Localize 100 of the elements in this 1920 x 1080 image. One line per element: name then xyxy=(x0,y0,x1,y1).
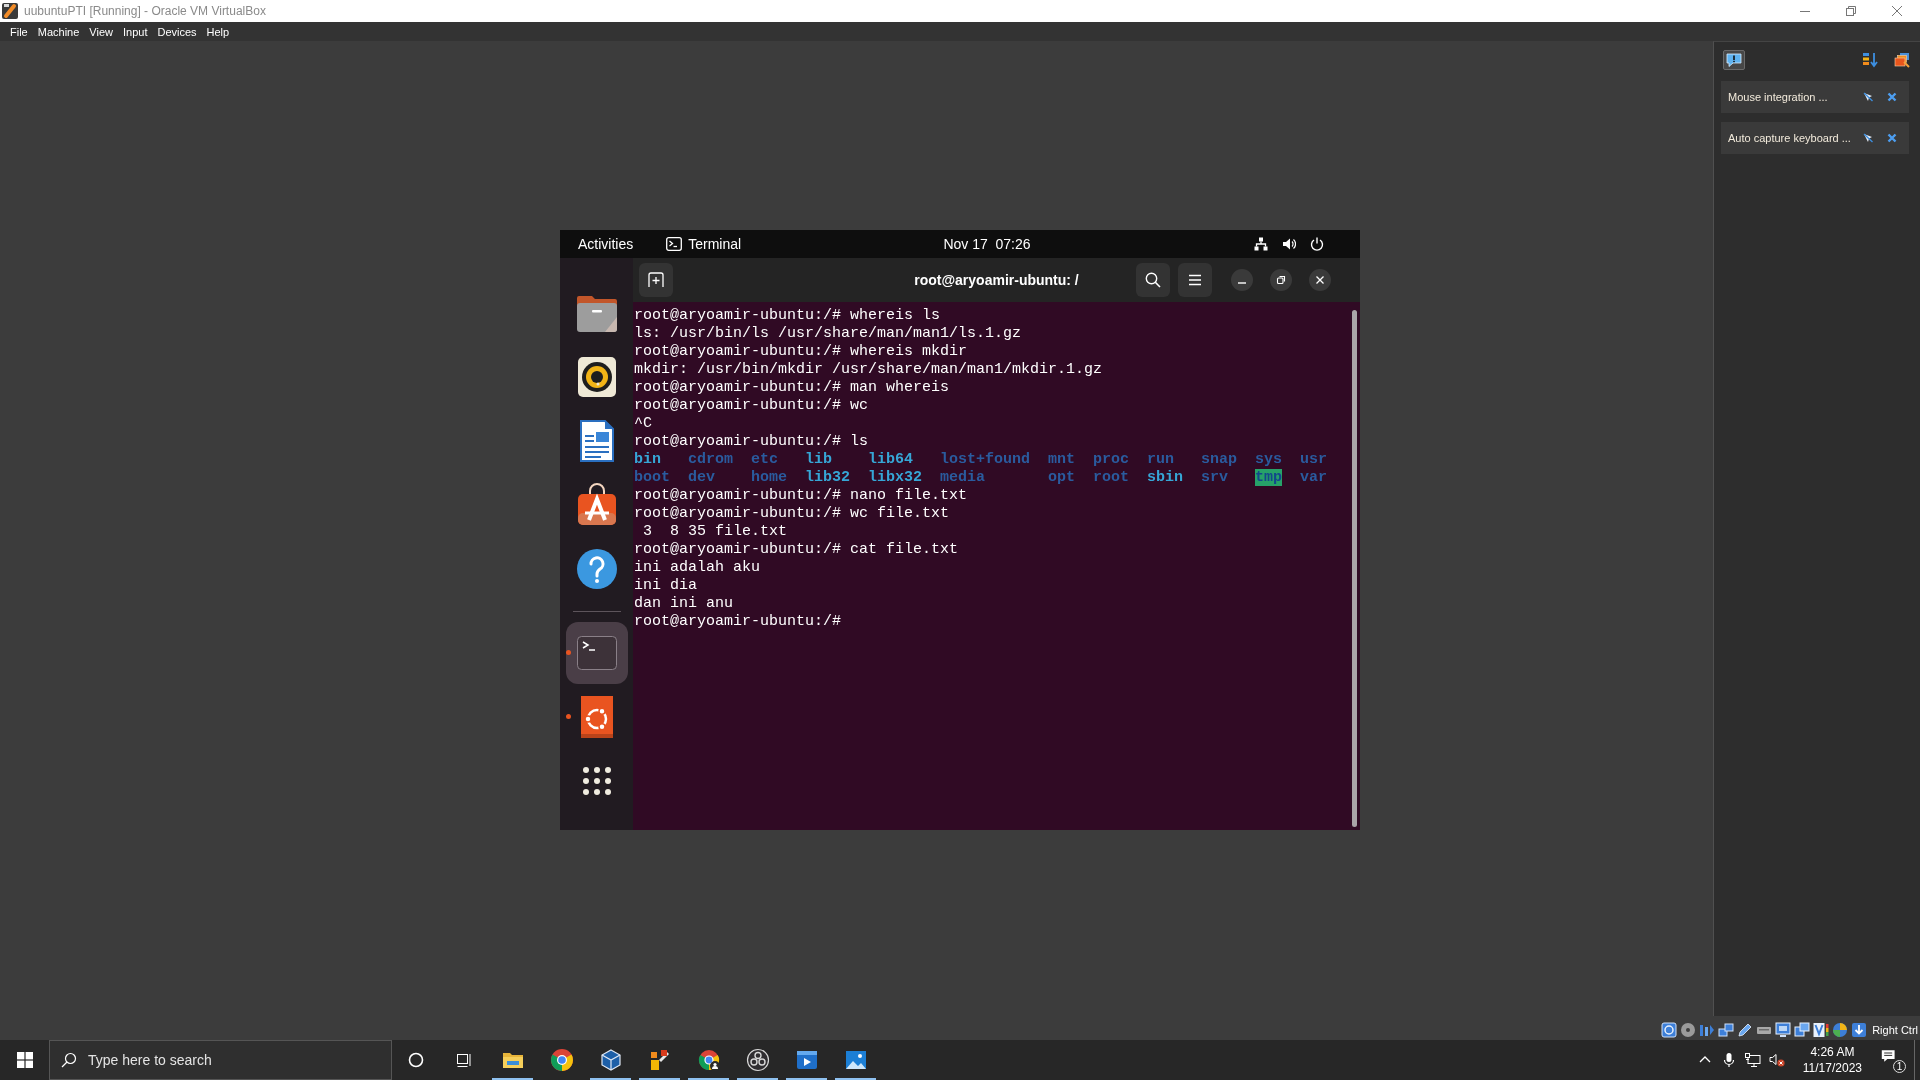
power-icon[interactable] xyxy=(1310,237,1324,251)
menu-icon xyxy=(1187,272,1203,288)
screens-icon[interactable] xyxy=(1794,1021,1811,1038)
terminal-line: root@aryoamir-ubuntu:/# ls xyxy=(634,433,869,450)
file-name: usr xyxy=(1300,451,1328,468)
app-grid-icon[interactable] xyxy=(581,766,612,796)
search-button[interactable] xyxy=(1136,263,1170,297)
window-title: uubuntuPTI [Running] - Oracle VM VirtualBox xyxy=(24,4,266,18)
sort-icon[interactable] xyxy=(1862,52,1878,68)
file-name: home xyxy=(751,469,787,486)
file-name: lib xyxy=(805,451,832,468)
clock[interactable]: Nov 17 07:26 xyxy=(943,236,1031,252)
terminal-line: root@aryoamir-ubuntu:/# man whereis xyxy=(634,379,950,396)
file-name: libx32 xyxy=(868,469,922,486)
file-name: root xyxy=(1093,469,1130,486)
help-icon xyxy=(574,547,619,591)
file-name: sbin xyxy=(1147,469,1184,486)
search-icon xyxy=(1145,272,1161,288)
file-name: proc xyxy=(1093,451,1130,468)
stacked-windows-icon[interactable] xyxy=(1894,52,1910,68)
network-icon[interactable] xyxy=(1718,1021,1735,1038)
menu-button[interactable] xyxy=(1178,263,1212,297)
aperture-icon xyxy=(745,1048,770,1072)
terminal-line: ^C xyxy=(634,415,652,432)
speaker-muted-icon[interactable] xyxy=(1768,1052,1785,1068)
file-name: var xyxy=(1300,469,1328,486)
menu-item[interactable]: Devices xyxy=(152,25,202,38)
terminal-line: ini adalah aku xyxy=(634,559,761,576)
app-icon xyxy=(2,3,18,19)
terminal-line: mkdir: /usr/bin/mkdir /usr/share/man/man1/mkdir.1.gz xyxy=(634,361,1103,378)
network-monitor-icon[interactable] xyxy=(1744,1052,1761,1068)
clock-time[interactable]: 4:26 AM xyxy=(1810,1044,1855,1060)
speech-bubble-icon xyxy=(1880,1049,1898,1065)
close-icon[interactable] xyxy=(1887,133,1897,143)
crossed-pointer-icon[interactable] xyxy=(1863,133,1873,143)
file-name: etc xyxy=(751,451,778,468)
close-icon[interactable] xyxy=(1892,6,1902,16)
file-name: media xyxy=(940,469,985,486)
landscape-photo-icon xyxy=(843,1048,868,1072)
notification-button[interactable]: 1 xyxy=(1880,1047,1906,1073)
task-view-icon[interactable] xyxy=(456,1052,472,1068)
display-icon[interactable] xyxy=(1775,1021,1792,1038)
circle-icon[interactable] xyxy=(408,1052,424,1068)
file-name: srv xyxy=(1201,469,1229,486)
file-name: tmp xyxy=(1255,469,1283,486)
menu-item[interactable]: File xyxy=(5,25,33,38)
file-name: snap xyxy=(1201,451,1238,468)
app-menu-button[interactable]: Terminal xyxy=(666,236,742,252)
file-name: cdrom xyxy=(688,451,733,468)
file-name: dev xyxy=(688,469,715,486)
pencil-icon[interactable] xyxy=(1737,1021,1754,1038)
terminal-line: root@aryoamir-ubuntu:/# wc file.txt xyxy=(634,505,950,522)
new-tab-button[interactable] xyxy=(639,263,673,297)
letter-v-icon[interactable] xyxy=(1813,1021,1830,1038)
close-button[interactable] xyxy=(1309,269,1331,291)
minimize-button[interactable] xyxy=(1231,269,1253,291)
terminal-line: ini dia xyxy=(634,577,697,594)
file-name: run xyxy=(1147,451,1175,468)
file-name: bin xyxy=(634,451,661,468)
menu-item[interactable]: Machine xyxy=(32,25,85,38)
clock-date[interactable]: 11/17/2023 xyxy=(1802,1060,1862,1076)
terminal-title: root@aryoamir-ubuntu: / xyxy=(914,272,1079,288)
cube-icon xyxy=(598,1048,623,1072)
file-name: mnt xyxy=(1048,451,1076,468)
terminal-line: ls: /usr/bin/ls /usr/share/man/man1/ls.1.gz xyxy=(634,325,1022,342)
volume-icon[interactable] xyxy=(1282,237,1296,251)
search-field[interactable]: Type here to search xyxy=(49,1040,392,1080)
scrollbar[interactable] xyxy=(1351,310,1357,827)
crossed-pointer-icon[interactable] xyxy=(1863,92,1873,102)
minimize-icon[interactable] xyxy=(1800,10,1810,12)
restore-button[interactable] xyxy=(1270,269,1292,291)
file-name: lost+found xyxy=(940,451,1030,468)
file-name: boot xyxy=(634,469,670,486)
close-icon[interactable] xyxy=(1887,92,1897,102)
terminal-line: root@aryoamir-ubuntu:/# nano file.txt xyxy=(634,487,968,504)
video-window-icon xyxy=(794,1048,819,1072)
activities-button[interactable]: Activities xyxy=(578,236,634,252)
notification-toggle-button[interactable] xyxy=(1723,50,1745,70)
color-wheel-icon[interactable] xyxy=(1832,1021,1849,1038)
search-icon xyxy=(61,1052,77,1068)
notification-text: Mouse integration ... xyxy=(1728,91,1829,103)
menu-item[interactable]: Help xyxy=(201,25,235,38)
restore-icon[interactable] xyxy=(1846,6,1856,16)
network-icon[interactable] xyxy=(1254,237,1268,251)
menu-item[interactable]: Input xyxy=(117,25,153,38)
terminal-line: root@aryoamir-ubuntu:/# whereis ls xyxy=(634,307,941,324)
minimize-icon xyxy=(1238,282,1246,284)
restore-icon xyxy=(1276,275,1286,285)
notification-text: Auto capture keyboard ... xyxy=(1728,132,1852,144)
menu-item[interactable]: View xyxy=(84,25,118,38)
windows-logo-icon[interactable] xyxy=(16,1052,33,1068)
speech-bubble-icon xyxy=(1726,52,1742,68)
terminal-line: root@aryoamir-ubuntu:/# wc xyxy=(634,397,869,414)
file-name: opt xyxy=(1048,469,1076,486)
terminal-icon xyxy=(666,237,683,251)
new-tab-icon xyxy=(648,272,664,288)
terminal-line: root@aryoamir-ubuntu:/# cat file.txt xyxy=(634,541,959,558)
disc-icon[interactable] xyxy=(1680,1021,1697,1038)
browser-icon xyxy=(549,1048,574,1072)
browser-profile-icon xyxy=(696,1048,721,1072)
